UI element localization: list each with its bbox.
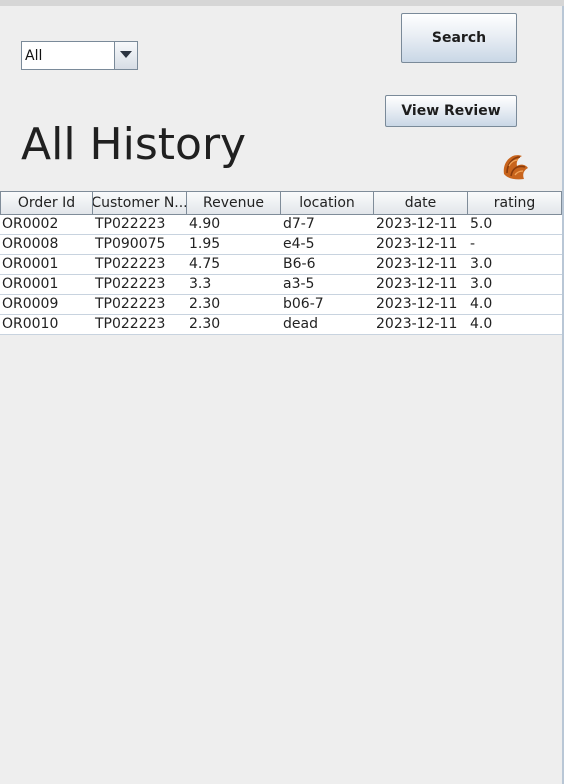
search-button[interactable]: Search bbox=[401, 13, 517, 63]
cell-location: a3-5 bbox=[283, 276, 315, 292]
cell-rating: 5.0 bbox=[470, 216, 493, 232]
cell-revenue: 4.90 bbox=[189, 216, 221, 232]
cell-order-id: OR0010 bbox=[2, 316, 59, 332]
cell-customer-name: TP022223 bbox=[95, 216, 166, 232]
cell-customer-name: TP022223 bbox=[95, 276, 166, 292]
cell-rating: 3.0 bbox=[470, 256, 493, 272]
cell-rating: 4.0 bbox=[470, 316, 493, 332]
column-header-customer-name[interactable]: Customer N... bbox=[93, 191, 187, 215]
cell-date: 2023-12-11 bbox=[376, 296, 458, 312]
cell-customer-name: TP022223 bbox=[95, 256, 166, 272]
cell-revenue: 3.3 bbox=[189, 276, 212, 292]
cell-customer-name: TP090075 bbox=[95, 236, 166, 252]
cell-location: b06-7 bbox=[283, 296, 324, 312]
column-header-revenue[interactable]: Revenue bbox=[187, 191, 281, 215]
croissant-icon bbox=[503, 155, 528, 180]
table-row[interactable]: OR0001 TP022223 4.75 B6-6 2023-12-11 3.0 bbox=[0, 255, 562, 275]
filter-dropdown[interactable]: All bbox=[21, 41, 138, 70]
cell-order-id: OR0002 bbox=[2, 216, 59, 232]
table-row[interactable]: OR0008 TP090075 1.95 e4-5 2023-12-11 - bbox=[0, 235, 562, 255]
cell-location: d7-7 bbox=[283, 216, 315, 232]
cell-date: 2023-12-11 bbox=[376, 276, 458, 292]
dropdown-arrow-button[interactable] bbox=[114, 42, 137, 69]
cell-rating: - bbox=[470, 236, 476, 252]
view-review-button[interactable]: View Review bbox=[385, 95, 517, 127]
chevron-down-icon bbox=[120, 51, 132, 58]
window-top-bar bbox=[0, 0, 564, 6]
history-table[interactable]: Order Id Customer N... Revenue location … bbox=[0, 191, 562, 335]
filter-selected-value: All bbox=[25, 48, 43, 64]
column-header-date[interactable]: date bbox=[374, 191, 468, 215]
cell-date: 2023-12-11 bbox=[376, 236, 458, 252]
cell-location: e4-5 bbox=[283, 236, 315, 252]
cell-date: 2023-12-11 bbox=[376, 216, 458, 232]
cell-order-id: OR0009 bbox=[2, 296, 59, 312]
cell-revenue: 4.75 bbox=[189, 256, 221, 272]
page-title: All History bbox=[21, 119, 247, 170]
cell-rating: 3.0 bbox=[470, 276, 493, 292]
cell-location: B6-6 bbox=[283, 256, 316, 272]
cell-order-id: OR0001 bbox=[2, 256, 59, 272]
table-row[interactable]: OR0002 TP022223 4.90 d7-7 2023-12-11 5.0 bbox=[0, 215, 562, 235]
cell-location: dead bbox=[283, 316, 318, 332]
cell-customer-name: TP022223 bbox=[95, 316, 166, 332]
table-row[interactable]: OR0001 TP022223 3.3 a3-5 2023-12-11 3.0 bbox=[0, 275, 562, 295]
cell-revenue: 2.30 bbox=[189, 296, 221, 312]
cell-date: 2023-12-11 bbox=[376, 316, 458, 332]
column-header-rating[interactable]: rating bbox=[468, 191, 562, 215]
table-row[interactable]: OR0010 TP022223 2.30 dead 2023-12-11 4.0 bbox=[0, 315, 562, 335]
cell-customer-name: TP022223 bbox=[95, 296, 166, 312]
cell-revenue: 2.30 bbox=[189, 316, 221, 332]
column-header-location[interactable]: location bbox=[281, 191, 374, 215]
cell-date: 2023-12-11 bbox=[376, 256, 458, 272]
table-header: Order Id Customer N... Revenue location … bbox=[0, 191, 562, 215]
cell-revenue: 1.95 bbox=[189, 236, 221, 252]
cell-order-id: OR0008 bbox=[2, 236, 59, 252]
cell-rating: 4.0 bbox=[470, 296, 493, 312]
cell-order-id: OR0001 bbox=[2, 276, 59, 292]
column-header-order-id[interactable]: Order Id bbox=[0, 191, 93, 215]
table-row[interactable]: OR0009 TP022223 2.30 b06-7 2023-12-11 4.… bbox=[0, 295, 562, 315]
